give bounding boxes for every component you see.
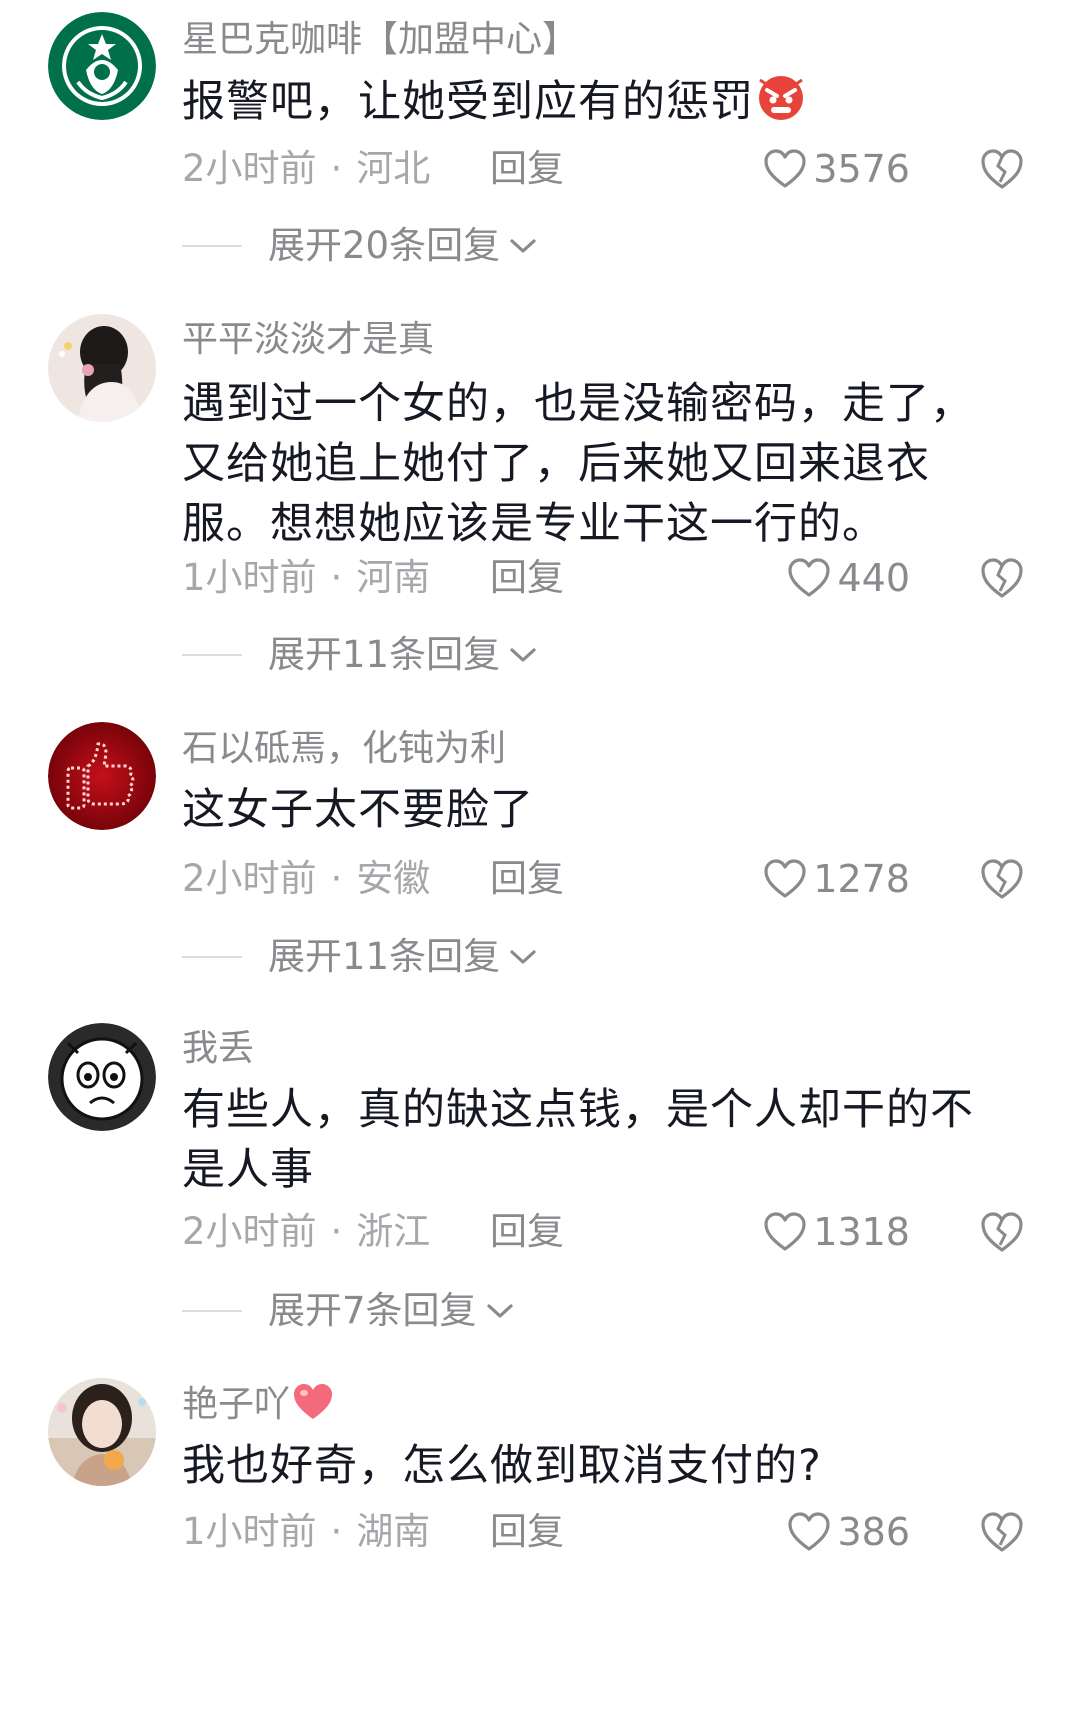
comment-text: 我也好奇，怎么做到取消支付的? — [182, 1441, 822, 1491]
location: 河北 — [356, 147, 431, 190]
reply-button[interactable]: 回复 — [490, 556, 564, 600]
expand-replies-button[interactable]: 展开11条回复 — [182, 935, 538, 979]
avatar[interactable] — [48, 314, 156, 422]
divider-line — [182, 956, 242, 958]
username[interactable]: 平平淡淡才是真 — [182, 318, 434, 362]
chevron-down-icon — [510, 239, 536, 253]
dislike-broken-heart-icon[interactable] — [980, 1211, 1024, 1253]
dislike-broken-heart-icon[interactable] — [980, 557, 1024, 599]
like-count: 1278 — [813, 857, 910, 901]
reply-button[interactable]: 回复 — [490, 1510, 564, 1554]
expand-replies-button[interactable]: 展开20条回复 — [182, 224, 538, 268]
username[interactable]: 我丢 — [182, 1027, 254, 1071]
like-button[interactable]: 1318 — [763, 1210, 910, 1254]
comment-meta: 2小时前 · 河北 — [182, 147, 430, 191]
chevron-down-icon — [486, 1304, 513, 1318]
location: 安徽 — [356, 857, 431, 900]
chevron-down-icon — [510, 648, 536, 662]
angry-face-emoji-icon — [754, 72, 808, 138]
heart-emoji-icon — [290, 1382, 336, 1433]
separator: · — [330, 1210, 343, 1253]
like-count: 440 — [837, 556, 910, 600]
heart-outline-icon — [788, 1512, 831, 1551]
avatar[interactable] — [48, 1378, 156, 1486]
reply-button[interactable]: 回复 — [490, 857, 564, 901]
avatar[interactable] — [48, 12, 156, 120]
expand-replies-label: 展开20条回复 — [268, 224, 501, 267]
timestamp: 1小时前 — [182, 556, 317, 599]
separator: · — [330, 1510, 343, 1553]
username[interactable]: 石以砥焉，化钝为利 — [182, 727, 506, 771]
heart-outline-icon — [764, 149, 806, 188]
expand-replies-button[interactable]: 展开11条回复 — [182, 633, 538, 677]
comment-meta: 2小时前 · 浙江 — [182, 1210, 430, 1254]
username[interactable]: 星巴克咖啡【加盟中心】 — [182, 18, 578, 62]
comment-text: 这女子太不要脸了 — [182, 785, 534, 835]
expand-replies-button[interactable]: 展开7条回复 — [182, 1289, 515, 1333]
divider-line — [182, 1310, 242, 1312]
comment-meta: 1小时前 · 湖南 — [182, 1510, 430, 1554]
dislike-broken-heart-icon[interactable] — [980, 1511, 1024, 1553]
expand-replies-label: 展开11条回复 — [268, 935, 501, 978]
like-button[interactable]: 386 — [787, 1510, 910, 1554]
comment-text: 遇到过一个女的，也是没输密码，走了，又给她追上她付了，后来她又回来退衣服。想想她… — [182, 379, 974, 549]
like-count: 386 — [837, 1510, 910, 1554]
location: 河南 — [356, 556, 431, 599]
heart-outline-icon — [764, 859, 806, 898]
like-button[interactable]: 1278 — [763, 857, 910, 901]
expand-replies-label: 展开7条回复 — [268, 1289, 477, 1332]
separator: · — [330, 857, 343, 900]
chevron-down-icon — [510, 950, 536, 964]
separator: · — [330, 556, 343, 599]
like-button[interactable]: 3576 — [763, 147, 910, 191]
avatar[interactable] — [48, 1023, 156, 1131]
comment-meta: 2小时前 · 安徽 — [182, 857, 430, 901]
dislike-broken-heart-icon[interactable] — [980, 148, 1024, 190]
timestamp: 2小时前 — [182, 857, 317, 900]
heart-outline-icon — [764, 1212, 806, 1251]
reply-button[interactable]: 回复 — [490, 1210, 564, 1254]
comment-meta: 1小时前 · 河南 — [182, 556, 430, 600]
like-button[interactable]: 440 — [787, 556, 910, 600]
username-text: 艳子吖 — [182, 1384, 291, 1425]
divider-line — [182, 654, 242, 656]
dislike-broken-heart-icon[interactable] — [980, 858, 1024, 900]
expand-replies-label: 展开11条回复 — [268, 633, 501, 676]
timestamp: 2小时前 — [182, 1210, 317, 1253]
comment-text: 报警吧，让她受到应有的惩罚 — [182, 72, 1012, 138]
location: 浙江 — [356, 1210, 431, 1253]
heart-outline-icon — [788, 558, 831, 597]
username[interactable]: 艳子吖 — [182, 1382, 336, 1433]
divider-line — [182, 245, 242, 247]
like-count: 1318 — [813, 1210, 910, 1254]
timestamp: 1小时前 — [182, 1510, 317, 1553]
comment-text-content: 报警吧，让她受到应有的惩罚 — [182, 77, 754, 127]
location: 湖南 — [356, 1510, 431, 1553]
timestamp: 2小时前 — [182, 147, 317, 190]
avatar[interactable] — [48, 722, 156, 830]
separator: · — [330, 147, 343, 190]
reply-button[interactable]: 回复 — [490, 147, 564, 191]
like-count: 3576 — [813, 147, 910, 191]
comment-text: 有些人，真的缺这点钱，是个人却干的不是人事 — [182, 1085, 974, 1195]
